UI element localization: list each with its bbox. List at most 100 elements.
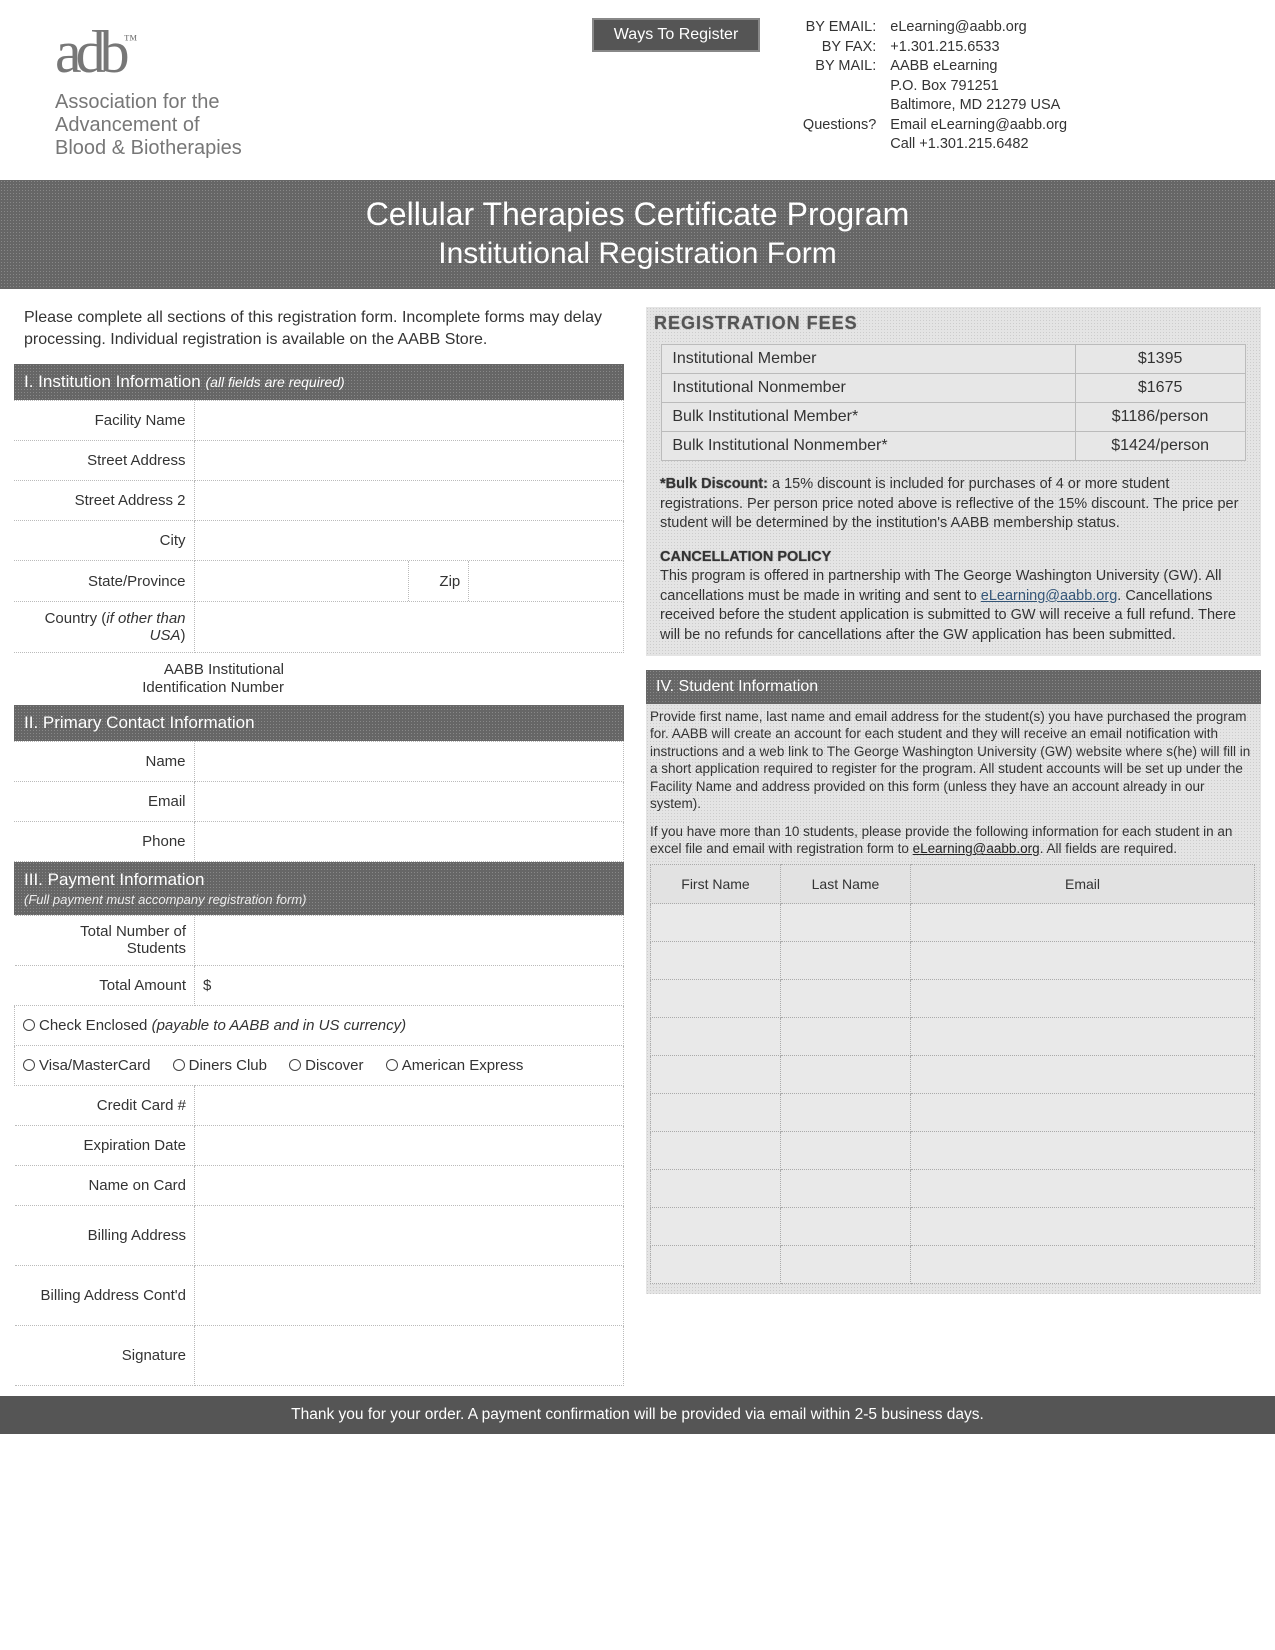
contact-value: P.O. Box 791251 [890,77,999,97]
fee-amount: $1395 [1075,345,1245,374]
cell-last[interactable] [781,1170,911,1208]
cell-first[interactable] [651,1094,781,1132]
label-state: State/Province [14,561,194,602]
input-country[interactable] [194,602,624,653]
cell-email[interactable] [911,904,1255,942]
input-email[interactable] [194,782,624,822]
input-zip[interactable] [469,561,623,601]
logo-block: adb™ Association for the Advancement of … [55,18,242,160]
input-signature[interactable] [195,1326,624,1386]
student-row [651,1018,1255,1056]
input-total-amount[interactable]: $ [195,966,624,1006]
contact-value: +1.301.215.6533 [890,38,999,58]
label-street1: Street Address [14,441,194,481]
contact-value: eLearning@aabb.org [890,18,1026,38]
contact-value: Baltimore, MD 21279 USA [890,96,1060,116]
cell-first[interactable] [651,904,781,942]
cell-last[interactable] [781,1132,911,1170]
input-facility[interactable] [194,401,624,441]
student-row [651,980,1255,1018]
radio-icon [173,1059,185,1071]
fee-label: Bulk Institutional Member* [662,403,1075,432]
cell-email[interactable] [911,1170,1255,1208]
label-total-amount: Total Amount [15,966,195,1006]
cell-last[interactable] [781,980,911,1018]
cancel-note: CANCELLATION POLICY This program is offe… [646,534,1261,646]
contact-label: Questions? [790,116,890,136]
ways-to-register-button[interactable]: Ways To Register [592,18,760,52]
input-phone[interactable] [194,822,624,862]
contact-label: BY MAIL: [790,57,890,77]
payment-form: Total Number of Students Total Amount$ C… [14,915,624,1386]
check-row[interactable]: Check Enclosed (payable to AABB and in U… [15,1006,624,1046]
radio-discover[interactable]: Discover [289,1057,363,1074]
org-line: Blood & Biotherapies [55,137,242,160]
label-country: Country (if other than USA) [14,602,194,653]
col-first: First Name [651,864,781,903]
label-aabb-id: AABB Institutional Identification Number [104,661,284,697]
cell-email[interactable] [911,1056,1255,1094]
student-row [651,1170,1255,1208]
cell-first[interactable] [651,1056,781,1094]
cell-first[interactable] [651,1170,781,1208]
input-billing2[interactable] [195,1266,624,1326]
cell-last[interactable] [781,942,911,980]
logo-icon: adb™ [55,18,242,87]
fee-amount: $1424/person [1075,432,1245,461]
input-state[interactable] [195,561,409,601]
cell-email[interactable] [911,1132,1255,1170]
input-name[interactable] [194,742,624,782]
cell-email[interactable] [911,1246,1255,1284]
cell-last[interactable] [781,1208,911,1246]
cell-email[interactable] [911,1094,1255,1132]
input-street1[interactable] [194,441,624,481]
cell-first[interactable] [651,1018,781,1056]
student-row [651,904,1255,942]
cell-first[interactable] [651,1132,781,1170]
radio-amex[interactable]: American Express [386,1057,524,1074]
cell-email[interactable] [911,1208,1255,1246]
radio-visa[interactable]: Visa/MasterCard [23,1057,150,1074]
title-line1: Cellular Therapies Certificate Program [0,196,1275,233]
cell-last[interactable] [781,1094,911,1132]
contact-value: Call +1.301.215.6482 [890,135,1028,155]
contact-label: BY EMAIL: [790,18,890,38]
student-row [651,1094,1255,1132]
cell-last[interactable] [781,1056,911,1094]
input-exp[interactable] [195,1126,624,1166]
input-billing[interactable] [195,1206,624,1266]
section4-header: IV. Student Information [646,670,1261,704]
input-name-on-card[interactable] [195,1166,624,1206]
label-street2: Street Address 2 [14,481,194,521]
input-cc[interactable] [195,1086,624,1126]
cell-email[interactable] [911,1018,1255,1056]
cell-last[interactable] [781,1018,911,1056]
input-street2[interactable] [194,481,624,521]
cell-email[interactable] [911,942,1255,980]
label-exp: Expiration Date [15,1126,195,1166]
contact-form: Name Email Phone [14,741,624,862]
input-city[interactable] [194,521,624,561]
radio-icon[interactable] [23,1019,35,1031]
header: adb™ Association for the Advancement of … [0,0,1275,170]
cell-email[interactable] [911,980,1255,1018]
fee-label: Institutional Member [662,345,1075,374]
fee-amount: $1675 [1075,374,1245,403]
cell-first[interactable] [651,980,781,1018]
cell-first[interactable] [651,1246,781,1284]
page: adb™ Association for the Advancement of … [0,0,1275,1434]
input-total-students[interactable] [195,916,624,966]
cell-last[interactable] [781,904,911,942]
label-signature: Signature [15,1326,195,1386]
title-bar: Cellular Therapies Certificate Program I… [0,180,1275,289]
cancel-email-link[interactable]: eLearning@aabb.org [981,588,1117,604]
cell-last[interactable] [781,1246,911,1284]
cell-first[interactable] [651,942,781,980]
label-zip: Zip [409,561,469,601]
radio-diners[interactable]: Diners Club [173,1057,267,1074]
student-email-link[interactable]: eLearning@aabb.org [913,841,1040,856]
fees-heading: REGISTRATION FEES [654,307,1261,334]
cell-first[interactable] [651,1208,781,1246]
student-row [651,1056,1255,1094]
bulk-note: *Bulk Discount: a 15% discount is includ… [646,461,1261,534]
